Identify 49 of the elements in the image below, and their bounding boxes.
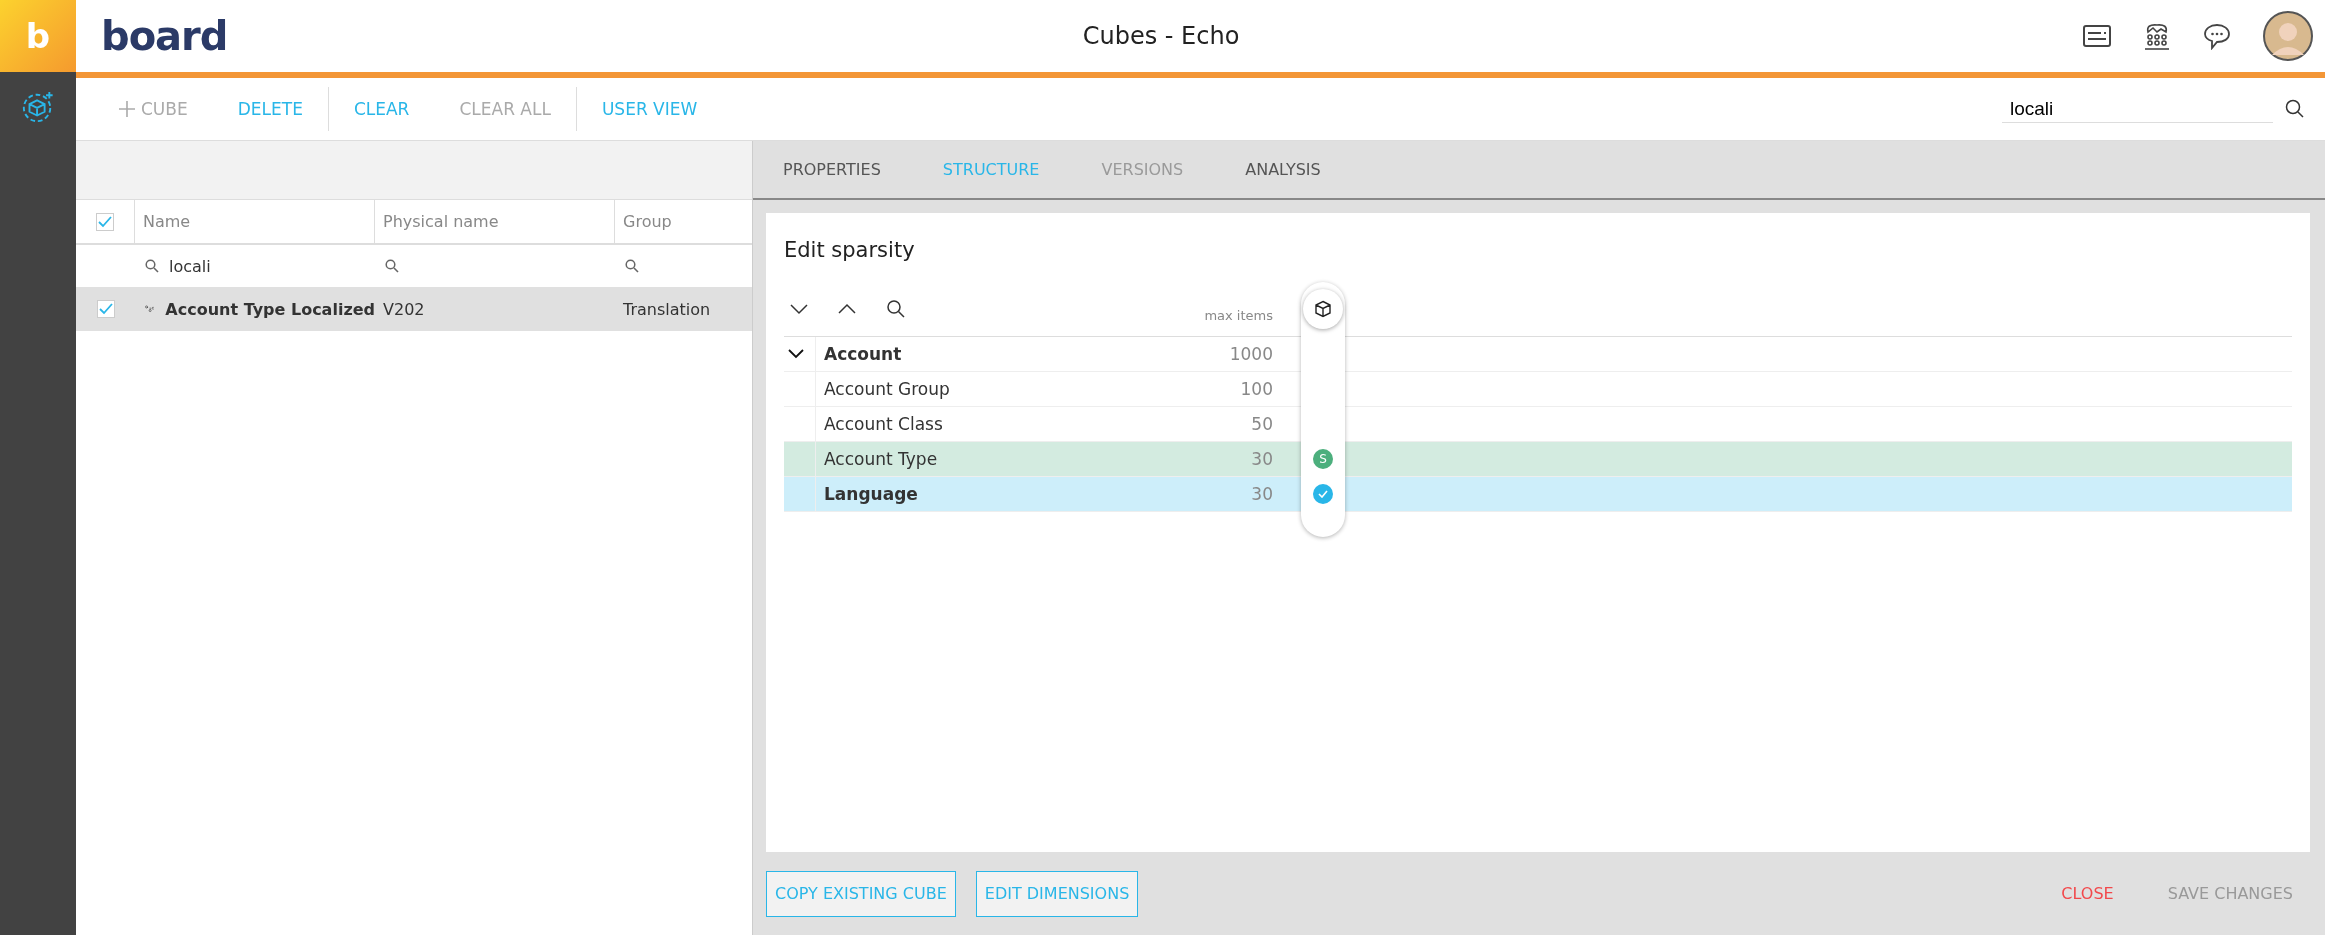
chat-icon[interactable]: [2203, 22, 2231, 50]
chevron-down-icon[interactable]: [788, 349, 804, 359]
tree-row[interactable]: Account Type 30 S: [784, 442, 2292, 477]
card-icon[interactable]: [2083, 25, 2111, 47]
logo: board: [101, 13, 228, 59]
panel-title: Edit sparsity: [784, 238, 916, 262]
plus-icon: [119, 101, 135, 117]
toolbar-button[interactable]: DELETE: [212, 99, 328, 119]
column-header: max items: [1204, 307, 1273, 323]
tree-row[interactable]: Account Group 100: [784, 372, 2292, 407]
column-header[interactable]: Name: [143, 212, 191, 231]
checkbox[interactable]: [96, 300, 115, 318]
collapse-all-icon[interactable]: [838, 303, 856, 315]
tree-item[interactable]: Account Class: [824, 414, 943, 434]
filter-value[interactable]: locali: [169, 256, 211, 276]
toolbar-button[interactable]: USER VIEW: [576, 99, 723, 119]
expand-all-icon[interactable]: [790, 303, 808, 315]
tab[interactable]: ANALYSIS: [1228, 160, 1338, 179]
tree-item[interactable]: Account Type: [824, 449, 938, 469]
avatar[interactable]: [2263, 11, 2313, 61]
table-row[interactable]: Account Type Localized V202 Translation: [76, 287, 752, 331]
window-title: Cubes - Echo: [1081, 22, 1241, 50]
footer-button[interactable]: EDIT DIMENSIONS: [975, 870, 1139, 917]
search-icon: [625, 259, 639, 273]
table-cell: Translation: [623, 299, 711, 319]
table-cell: V202: [383, 299, 425, 319]
max-items-value: 50: [1251, 414, 1273, 434]
search-icon[interactable]: [886, 299, 906, 319]
max-items-value: 30: [1251, 484, 1273, 504]
column-header[interactable]: Physical name: [383, 212, 499, 231]
people-icon[interactable]: [2143, 22, 2171, 50]
search-icon[interactable]: [2285, 99, 2305, 119]
footer-button[interactable]: CLOSE: [2049, 870, 2126, 917]
max-items-value: 100: [1240, 379, 1273, 399]
search-icon: [385, 259, 399, 273]
column-header[interactable]: Group: [623, 212, 672, 231]
checkbox[interactable]: [96, 212, 114, 231]
footer-button[interactable]: COPY EXISTING CUBE: [766, 870, 956, 917]
tree-row[interactable]: Language 30: [784, 477, 2292, 512]
toolbar-button[interactable]: CLEAR: [328, 99, 435, 119]
table-cell: Account Type Localized: [165, 299, 375, 319]
tree-item[interactable]: Account: [824, 344, 902, 364]
search-icon: [145, 259, 159, 273]
tree-item[interactable]: Language: [824, 484, 918, 504]
cube-add-icon[interactable]: [21, 90, 55, 124]
tab[interactable]: PROPERTIES: [766, 160, 898, 179]
max-items-value: 30: [1251, 449, 1273, 469]
tree-item[interactable]: Account Group: [824, 379, 950, 399]
max-items-value: 1000: [1229, 344, 1273, 364]
